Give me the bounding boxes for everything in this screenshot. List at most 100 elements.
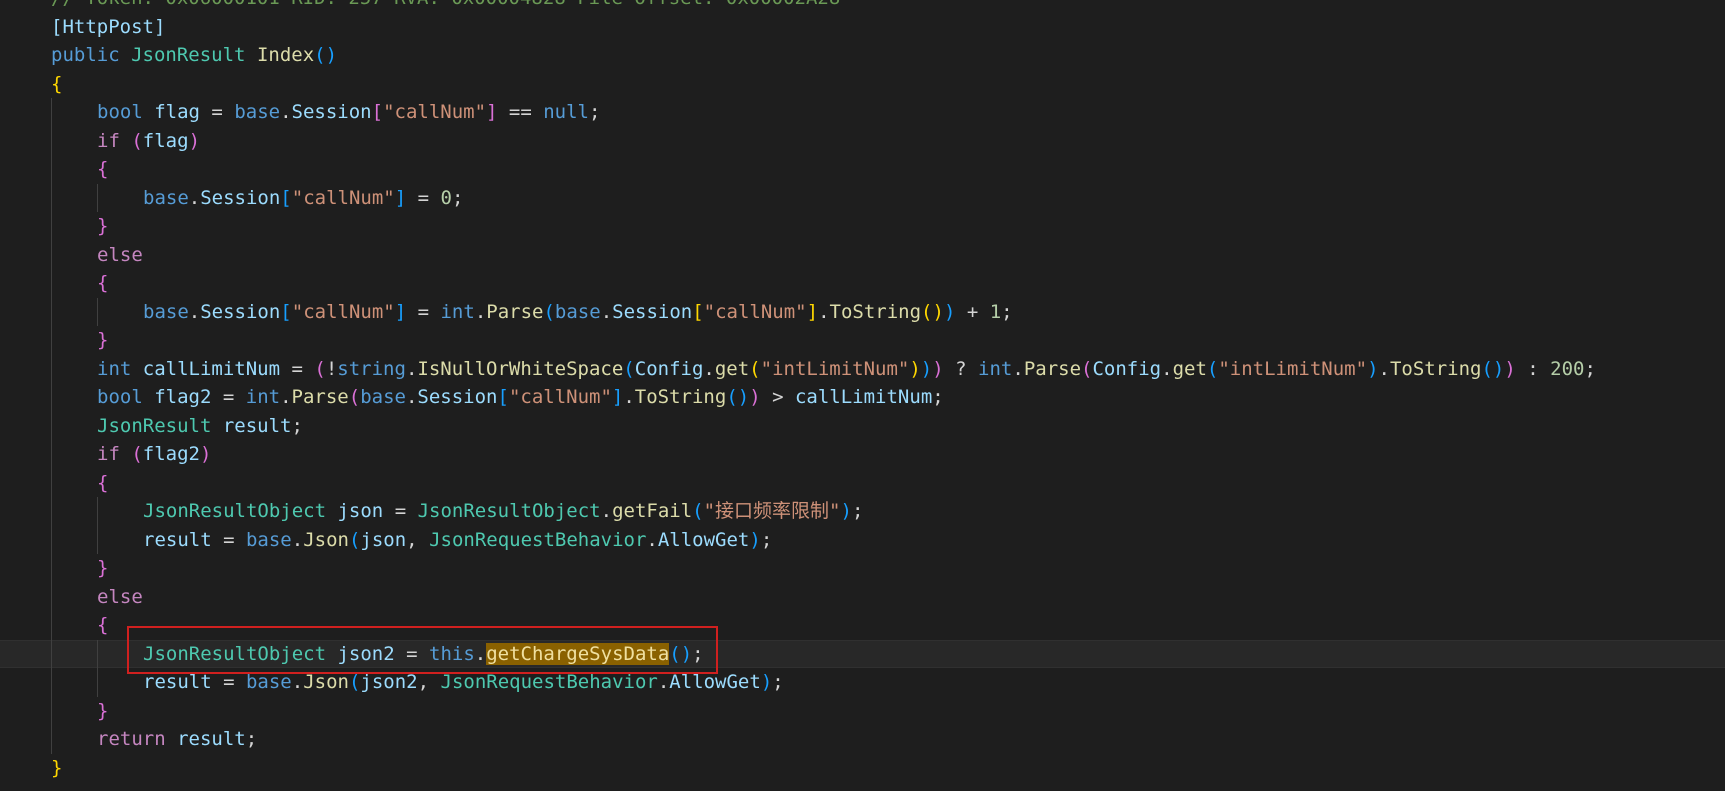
code-token: JsonResultObject: [143, 642, 327, 665]
code-token: (): [669, 642, 693, 665]
code-token: ): [749, 528, 761, 551]
code-token: result: [222, 414, 292, 437]
code-token: result: [143, 671, 212, 693]
code-token: .: [1378, 357, 1390, 380]
code-token: result: [143, 528, 212, 551]
code-token: else: [97, 243, 143, 266]
code-text: {: [97, 155, 108, 184]
code-token: Session: [200, 186, 281, 209]
code-line[interactable]: {: [0, 468, 1725, 497]
code-line[interactable]: {: [0, 70, 1725, 99]
code-token: (): [314, 44, 338, 66]
code-line[interactable]: int callLimitNum = (!string.IsNullOrWhit…: [0, 354, 1725, 383]
code-line[interactable]: JsonResultObject json2 = this.getChargeS…: [0, 639, 1725, 668]
indent-guide: [51, 468, 52, 497]
indent-guide: [97, 668, 98, 697]
code-line[interactable]: bool flag2 = int.Parse(base.Session["cal…: [0, 383, 1725, 412]
code-token: this: [429, 642, 475, 665]
code-token: ;: [291, 414, 303, 437]
code-line[interactable]: base.Session["callNum"] = int.Parse(base…: [0, 297, 1725, 326]
code-token: IsNullOrWhiteSpace: [417, 357, 624, 380]
code-token: ;: [692, 642, 704, 665]
code-line[interactable]: }: [0, 696, 1725, 725]
code-token: Session: [200, 300, 281, 323]
code-token: json2: [337, 642, 395, 665]
code-line[interactable]: {: [0, 155, 1725, 184]
code-line[interactable]: }: [0, 212, 1725, 241]
code-line[interactable]: {: [0, 611, 1725, 640]
indent-guide: [51, 240, 52, 269]
code-token: .: [1161, 357, 1173, 380]
code-token: "callNum": [291, 300, 395, 323]
code-token: (: [692, 500, 704, 522]
code-token: =: [211, 671, 246, 693]
code-token: Session: [612, 300, 693, 323]
code-token: "接口频率限制": [703, 500, 841, 522]
code-token: Session: [417, 386, 498, 408]
code-line[interactable]: [HttpPost]: [0, 13, 1725, 42]
indent-guide: [97, 639, 98, 668]
code-token: Config: [634, 357, 704, 380]
code-token: null: [543, 101, 589, 123]
code-token: int: [245, 386, 281, 408]
code-line[interactable]: if (flag): [0, 126, 1725, 155]
code-line[interactable]: // Token: 0x06000101 RID: 257 RVA: 0x000…: [0, 0, 1725, 13]
code-token: base: [360, 386, 406, 408]
indent-guide: [51, 411, 52, 440]
indent-guide: [51, 554, 52, 583]
code-token: base: [143, 186, 189, 209]
code-text: JsonResultObject json = JsonResultObject…: [143, 497, 863, 526]
code-line[interactable]: }: [0, 754, 1725, 783]
code-text: result = base.Json(json, JsonRequestBeha…: [143, 526, 772, 555]
code-token: AllowGet: [669, 671, 761, 693]
code-line[interactable]: if (flag2): [0, 440, 1725, 469]
code-line[interactable]: result = base.Json(json2, JsonRequestBeh…: [0, 668, 1725, 697]
code-line[interactable]: bool flag = base.Session["callNum"] == n…: [0, 98, 1725, 127]
indent-guide: [51, 354, 52, 383]
code-token: (: [623, 357, 635, 380]
code-line[interactable]: return result;: [0, 725, 1725, 754]
code-token: }: [51, 756, 63, 779]
code-line[interactable]: else: [0, 240, 1725, 269]
code-token: bool: [97, 101, 143, 123]
code-token: ): [909, 357, 921, 380]
code-text: // Token: 0x06000101 RID: 257 RVA: 0x000…: [51, 0, 840, 13]
code-token: if: [97, 129, 120, 152]
code-token: else: [97, 585, 143, 608]
code-token: base: [554, 300, 601, 323]
code-token: get: [714, 357, 750, 380]
code-token: }: [97, 215, 109, 237]
code-token: ): [1367, 357, 1379, 380]
indent-guide: [51, 497, 52, 526]
code-text: {: [97, 269, 108, 298]
indent-guide: [51, 440, 52, 469]
code-token: .: [600, 300, 613, 323]
code-token: "intLimitNum": [1218, 357, 1368, 380]
code-token: 0: [440, 186, 452, 209]
code-token: {: [97, 471, 109, 494]
code-token: (: [131, 129, 143, 152]
code-token: {: [97, 614, 109, 636]
code-line[interactable]: JsonResultObject json = JsonResultObject…: [0, 497, 1725, 526]
code-line[interactable]: JsonResult result;: [0, 411, 1725, 440]
code-token: :: [1515, 357, 1551, 380]
code-token: JsonResult: [97, 414, 212, 437]
indent-guide: [51, 725, 52, 754]
indent-guide: [97, 297, 98, 326]
indent-guide: [51, 383, 52, 412]
code-line[interactable]: public JsonResult Index(): [0, 41, 1725, 70]
code-line[interactable]: {: [0, 269, 1725, 298]
code-token: result: [177, 728, 246, 750]
indent-guide: [51, 269, 52, 298]
code-text: }: [97, 554, 108, 583]
code-token: base: [234, 101, 281, 123]
code-editor[interactable]: // Token: 0x06000101 RID: 257 RVA: 0x000…: [0, 0, 1725, 791]
code-line[interactable]: }: [0, 554, 1725, 583]
code-line[interactable]: result = base.Json(json, JsonRequestBeha…: [0, 525, 1725, 555]
code-line[interactable]: else: [0, 582, 1725, 611]
code-line[interactable]: }: [0, 326, 1725, 355]
code-token: ): [840, 500, 852, 522]
code-token: callLimitNum: [794, 386, 933, 408]
code-line[interactable]: base.Session["callNum"] = 0;: [0, 183, 1725, 212]
